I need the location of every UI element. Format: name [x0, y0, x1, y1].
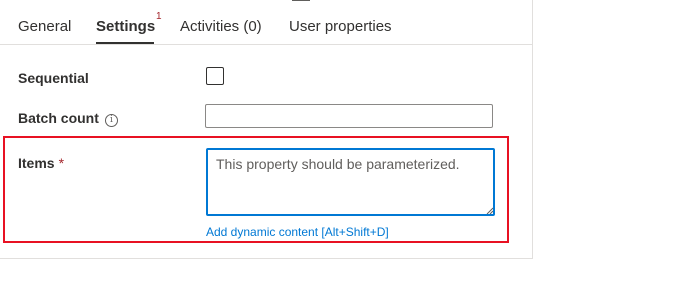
required-asterisk: * [58, 155, 65, 171]
batch-count-label-wrapper: Batch count i [18, 110, 118, 127]
sequential-label: Sequential [18, 70, 89, 86]
tab-general[interactable]: General [18, 18, 71, 35]
tab-user-properties[interactable]: User properties [289, 18, 392, 35]
tab-settings[interactable]: Settings [96, 18, 155, 35]
items-label-wrapper: Items * [18, 155, 64, 171]
tab-activities[interactable]: Activities (0) [180, 18, 262, 35]
top-divider [292, 0, 310, 1]
tab-bar: General Settings 1 Activities (0) User p… [0, 0, 532, 45]
info-icon[interactable]: i [104, 114, 118, 127]
tab-settings-badge: 1 [156, 11, 162, 22]
active-tab-indicator [96, 42, 154, 44]
batch-count-input[interactable] [205, 104, 493, 128]
items-textarea[interactable] [206, 148, 495, 216]
add-dynamic-content-link[interactable]: Add dynamic content [Alt+Shift+D] [206, 225, 389, 239]
batch-count-label: Batch count [18, 110, 99, 126]
sequential-checkbox[interactable] [206, 67, 224, 85]
settings-panel: General Settings 1 Activities (0) User p… [0, 0, 533, 259]
items-label: Items [18, 155, 55, 171]
